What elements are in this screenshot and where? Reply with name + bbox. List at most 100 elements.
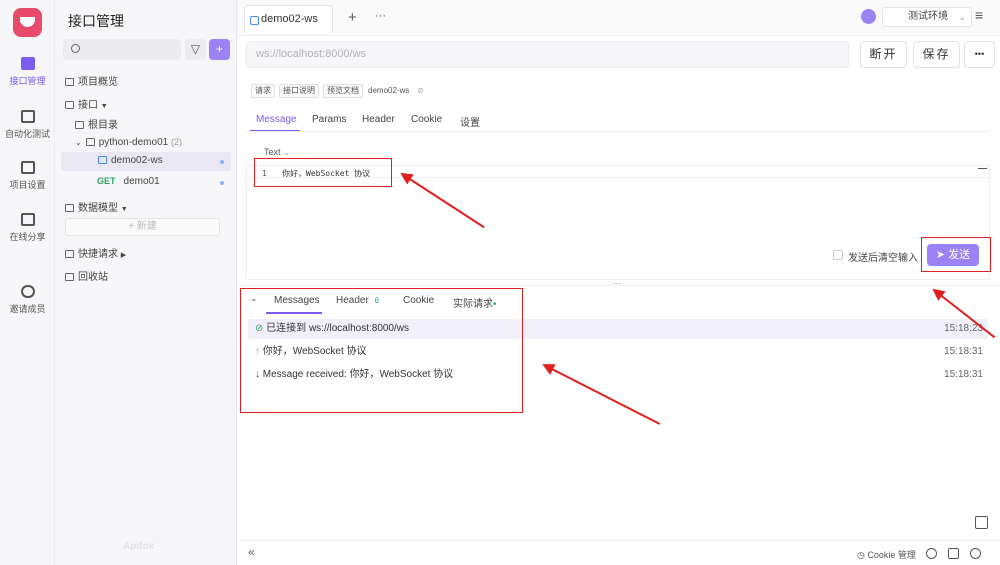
url-input[interactable]: ws://localhost:8000/ws (246, 41, 849, 68)
websocket-icon (98, 156, 107, 164)
message-time: 15:18:31 (944, 346, 983, 357)
quick-request-label: 快捷请求 (78, 249, 118, 260)
rail-label: 接口管理 (9, 76, 46, 86)
disconnect-button[interactable]: 断开 (860, 41, 907, 68)
crumb-request[interactable]: 请求 (251, 84, 275, 98)
tab-message[interactable]: Message (256, 114, 297, 125)
sidebar-item-recycle[interactable]: 回收站 (65, 268, 108, 283)
overview-label: 项目概览 (78, 77, 118, 88)
search-icon (71, 44, 80, 53)
folder-icon (85, 138, 95, 146)
message-time: 15:18:31 (944, 369, 983, 380)
tree-folder[interactable]: ⌄ python-demo01 (2) (75, 137, 182, 148)
layout-icon[interactable] (975, 516, 988, 529)
rail-item-invite[interactable]: 邀请成员 (0, 285, 55, 315)
watermark-logo: Apifox (123, 541, 155, 552)
root-dir-label: 根目录 (88, 120, 118, 131)
save-button[interactable]: 保存 (913, 41, 960, 68)
tab-settings[interactable]: 设置 (460, 114, 480, 129)
divider (246, 131, 990, 132)
overview-icon (65, 78, 74, 86)
env-select[interactable]: 测试环境 ⌄ (882, 7, 972, 27)
crumb-preview-doc[interactable]: 预览文档 (323, 84, 363, 98)
rail-item-automation[interactable]: 自动化测试 (0, 110, 55, 140)
clear-after-send-label: 发送后清空输入 (848, 253, 918, 264)
tab-params[interactable]: Params (312, 114, 346, 125)
trash-icon (65, 273, 74, 281)
sidebar-item-overview[interactable]: 项目概览 (65, 73, 118, 88)
rail-item-api[interactable]: 接口管理 (0, 57, 55, 87)
tab-demo02-ws[interactable]: demo02-ws (244, 5, 333, 33)
caret-down-icon: ▼ (120, 206, 128, 213)
more-button[interactable]: ••• (964, 41, 995, 68)
settings-icon (20, 161, 35, 174)
clear-after-send-checkbox[interactable] (833, 250, 843, 260)
rail-label: 自动化测试 (4, 129, 50, 139)
tab-cookie[interactable]: Cookie (411, 114, 442, 125)
add-circle-icon[interactable] (926, 548, 937, 559)
crumb-name: demo02-ws (368, 86, 410, 95)
tab-label: Message (256, 114, 297, 125)
api-sidebar: 接口管理 ▽ + 项目概览 接口 ▼ 根目录 ⌄ python-demo01 (2… (55, 0, 237, 565)
drag-handle-icon[interactable]: ··· (613, 279, 621, 288)
caret-right-icon: ▶ (120, 252, 127, 259)
main-area: demo02-ws + ··· 测试环境 ⌄ ≡ ws://localhost:8… (237, 0, 1000, 565)
invite-icon (20, 285, 35, 298)
minimize-icon[interactable] (978, 168, 987, 169)
folder-icon (65, 101, 74, 109)
app-logo (13, 8, 42, 37)
help-icon[interactable] (970, 548, 981, 559)
folder-label: python-demo01 (98, 137, 169, 148)
api-label: 接口 (78, 100, 98, 111)
chevron-down-icon: ⌄ (958, 12, 966, 22)
tab-bar: demo02-ws + ··· 测试环境 ⌄ ≡ (237, 0, 1000, 36)
add-tab-button[interactable]: + (348, 9, 357, 26)
new-model-button[interactable]: + 新建 (65, 218, 220, 236)
tree-item-ws[interactable]: demo02-ws (98, 155, 163, 166)
annotation-box-messages (240, 288, 523, 413)
crumb-api-doc[interactable]: 接口说明 (279, 84, 319, 98)
status-dot (220, 181, 224, 185)
rail-item-share[interactable]: 在线分享 (0, 213, 55, 243)
filter-button[interactable]: ▽ (185, 39, 206, 60)
link-icon[interactable]: ⊘ (417, 86, 424, 95)
rail-label: 在线分享 (9, 232, 46, 242)
sidebar-item-quick-request[interactable]: 快捷请求 ▶ (65, 245, 126, 260)
plus-icon: + (215, 42, 223, 56)
menu-icon[interactable]: ≡ (975, 7, 983, 23)
rail-item-settings[interactable]: 项目设置 (0, 161, 55, 191)
format-label: Text (264, 147, 281, 157)
search-input[interactable] (63, 39, 181, 60)
filter-icon: ▽ (190, 42, 201, 56)
cube-icon (65, 204, 74, 212)
folder-count: (2) (170, 137, 182, 147)
caret-down-icon: ▼ (100, 103, 108, 110)
app-rail: 接口管理 自动化测试 项目设置 在线分享 邀请成员 (0, 0, 55, 565)
shirt-icon[interactable] (948, 548, 959, 559)
cookie-manage-button[interactable]: ◷ Cookie 管理 (857, 548, 916, 561)
collapse-sidebar-button[interactable]: « (248, 545, 255, 559)
annotation-box-editor (254, 158, 392, 187)
chevron-down-icon: ⌄ (75, 138, 82, 147)
sidebar-title: 接口管理 (68, 13, 124, 29)
env-label: 测试环境 (908, 11, 948, 22)
recycle-label: 回收站 (78, 272, 108, 283)
share-icon (20, 213, 35, 226)
tree-root-dir[interactable]: 根目录 (75, 116, 118, 131)
sidebar-item-api[interactable]: 接口 ▼ (65, 96, 108, 111)
footer-divider (237, 540, 1000, 541)
method-badge: GET (97, 176, 116, 186)
add-button[interactable]: + (209, 39, 230, 60)
cookie-icon: ◷ (857, 550, 868, 560)
sidebar-item-data-model[interactable]: 数据模型 ▼ (65, 199, 128, 214)
data-model-label: 数据模型 (78, 203, 118, 214)
tab-more-button[interactable]: ··· (375, 10, 386, 22)
api-icon (20, 57, 35, 70)
status-dot (220, 160, 224, 164)
format-select[interactable]: Text ⌄ (264, 147, 291, 158)
tab-header[interactable]: Header (362, 114, 395, 125)
tree-item-get[interactable]: GET demo01 (97, 176, 160, 187)
quick-request-icon (65, 250, 74, 258)
env-status-icon[interactable] (861, 9, 876, 24)
rail-label: 项目设置 (9, 180, 46, 190)
